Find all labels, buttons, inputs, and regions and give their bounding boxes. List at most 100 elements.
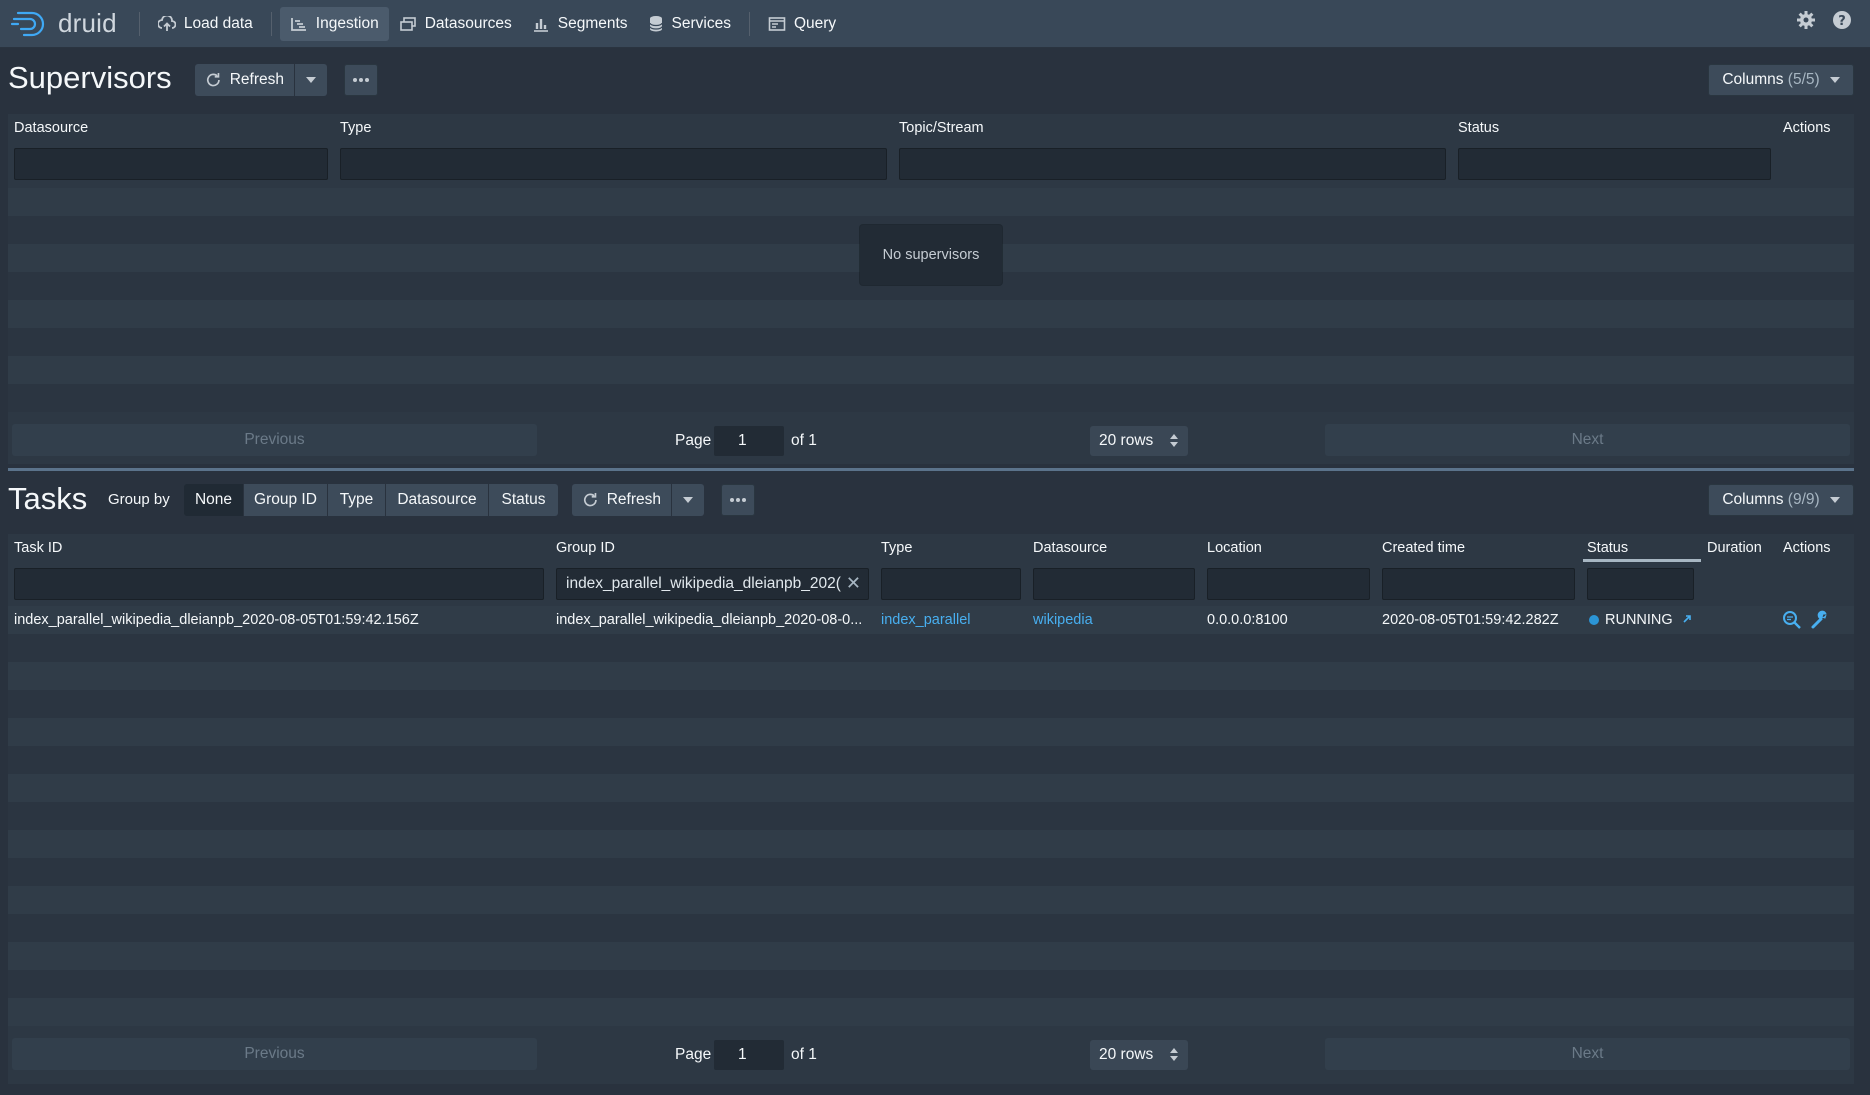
supervisors-rows-select[interactable]: 20 rows (1090, 426, 1188, 456)
column-header-group-id[interactable]: Group ID (556, 540, 615, 556)
empty-row (8, 690, 1854, 718)
supervisors-previous-button[interactable]: Previous (12, 424, 537, 456)
column-header-status[interactable]: Status (1458, 120, 1499, 136)
nav-segments[interactable]: Segments (522, 7, 638, 41)
group-id-cell: index_parallel_wikipedia_dleianpb_2020-0… (556, 612, 863, 628)
created-time-cell: 2020-08-05T01:59:42.282Z (1382, 612, 1559, 628)
location-cell: 0.0.0.0:8100 (1207, 612, 1288, 628)
nav-datasources[interactable]: Datasources (389, 7, 522, 41)
supervisors-page-input[interactable]: 1 (714, 426, 784, 456)
page-of-label: of 1 (791, 1046, 817, 1063)
group-by-datasource-button[interactable]: Datasource (386, 484, 489, 516)
location-filter-input[interactable] (1207, 568, 1370, 600)
empty-row (8, 970, 1854, 998)
group-by-group-id-button[interactable]: Group ID (244, 484, 328, 516)
type-cell-link[interactable]: index_parallel (881, 612, 970, 628)
column-header-location[interactable]: Location (1207, 540, 1262, 556)
page-label: Page (675, 432, 712, 449)
wrench-icon[interactable] (1810, 610, 1830, 630)
more-icon (730, 498, 746, 502)
help-icon[interactable]: ? (1832, 10, 1852, 30)
group-id-filter-input[interactable]: index_parallel_wikipedia_dleianpb_202( ✕ (556, 568, 869, 600)
druid-logo[interactable]: druid (10, 8, 117, 40)
status-filter-input[interactable] (1587, 568, 1694, 600)
tasks-page-input[interactable]: 1 (714, 1040, 784, 1070)
tasks-next-button[interactable]: Next (1325, 1038, 1850, 1070)
nav-load-data-label: Load data (183, 14, 253, 32)
nav-divider (138, 11, 140, 36)
settings-gear-icon[interactable] (1796, 10, 1816, 30)
tasks-refresh-dropdown[interactable] (672, 484, 704, 516)
column-header-actions: Actions (1783, 120, 1831, 136)
tasks-rows-select[interactable]: 20 rows (1090, 1040, 1188, 1070)
top-navbar: druid Load data Ingestion Datasources Se… (0, 0, 1870, 48)
page-of-label: of 1 (791, 432, 817, 449)
created-time-filter-input[interactable] (1382, 568, 1575, 600)
tasks-columns-button[interactable]: Columns (9/9) (1708, 484, 1854, 516)
status-filter-input[interactable] (1458, 148, 1771, 180)
tasks-title: Tasks (8, 481, 88, 516)
column-header-status[interactable]: Status (1587, 540, 1628, 556)
panel-splitter[interactable] (8, 468, 1854, 471)
nav-services[interactable]: Services (638, 7, 741, 41)
supervisors-next-button[interactable]: Next (1325, 424, 1850, 456)
clear-filter-icon[interactable]: ✕ (846, 573, 861, 594)
group-by-status-button[interactable]: Status (489, 484, 558, 516)
type-filter-input[interactable] (881, 568, 1021, 600)
datasource-filter-input[interactable] (14, 148, 328, 180)
tasks-refresh-button[interactable]: Refresh (572, 484, 672, 516)
type-filter-input[interactable] (340, 148, 887, 180)
tasks-more-button[interactable] (721, 484, 755, 516)
column-header-datasource[interactable]: Datasource (1033, 540, 1107, 556)
nav-services-label: Services (671, 14, 731, 32)
empty-row (8, 746, 1854, 774)
topic-stream-filter-input[interactable] (899, 148, 1446, 180)
rows-select-value: 20 rows (1099, 1046, 1154, 1063)
task-id-filter-input[interactable] (14, 568, 544, 600)
empty-row (8, 774, 1854, 802)
column-header-task-id[interactable]: Task ID (14, 540, 62, 556)
column-header-duration[interactable]: Duration (1707, 540, 1762, 556)
group-by-none-button[interactable]: None (184, 484, 244, 516)
multi-select-icon (399, 16, 416, 31)
caret-down-icon (683, 497, 693, 503)
empty-row (8, 188, 1854, 216)
supervisors-refresh-button[interactable]: Refresh (195, 64, 295, 96)
datasource-cell-link[interactable]: wikipedia (1033, 612, 1093, 628)
columns-label: Columns (9/9) (1722, 491, 1820, 508)
column-header-datasource[interactable]: Datasource (14, 120, 88, 136)
tasks-previous-button[interactable]: Previous (12, 1038, 537, 1070)
nav-load-data[interactable]: Load data (148, 7, 263, 41)
status-cell: RUNNING (1589, 612, 1693, 628)
nav-datasources-label: Datasources (424, 14, 512, 32)
tasks-table-header: Task ID Group ID Type Datasource Locatio… (8, 534, 1854, 564)
running-status-dot (1589, 615, 1599, 625)
supervisors-more-button[interactable] (344, 64, 378, 96)
empty-row (8, 830, 1854, 858)
column-header-created-time[interactable]: Created time (1382, 540, 1465, 556)
group-by-type-button[interactable]: Type (328, 484, 386, 516)
supervisors-table: Datasource Type Topic/Stream Status Acti… (8, 114, 1854, 464)
tasks-refresh-group: Refresh (572, 484, 704, 516)
arrow-top-right-icon[interactable] (1681, 613, 1693, 625)
cloud-upload-icon (157, 15, 176, 31)
column-header-topic-stream[interactable]: Topic/Stream (899, 120, 984, 136)
table-row[interactable]: index_parallel_wikipedia_dleianpb_2020-0… (8, 606, 1854, 634)
nav-query[interactable]: Query (758, 7, 846, 41)
group-id-filter-value: index_parallel_wikipedia_dleianpb_202( (566, 575, 841, 592)
database-icon (648, 15, 663, 31)
nav-ingestion[interactable]: Ingestion (279, 6, 389, 41)
supervisors-columns-button[interactable]: Columns (5/5) (1708, 64, 1854, 96)
task-id-cell: index_parallel_wikipedia_dleianpb_2020-0… (14, 612, 419, 628)
status-sort-indicator (1583, 559, 1701, 562)
column-header-type[interactable]: Type (340, 120, 371, 136)
brand-name: druid (58, 8, 117, 38)
supervisors-refresh-dropdown[interactable] (295, 64, 327, 96)
supervisors-table-header: Datasource Type Topic/Stream Status Acti… (8, 114, 1854, 144)
empty-row (8, 384, 1854, 412)
gantt-chart-icon (290, 17, 306, 31)
column-header-type[interactable]: Type (881, 540, 912, 556)
nav-query-label: Query (793, 14, 837, 32)
datasource-filter-input[interactable] (1033, 568, 1195, 600)
search-template-icon[interactable] (1782, 610, 1802, 630)
